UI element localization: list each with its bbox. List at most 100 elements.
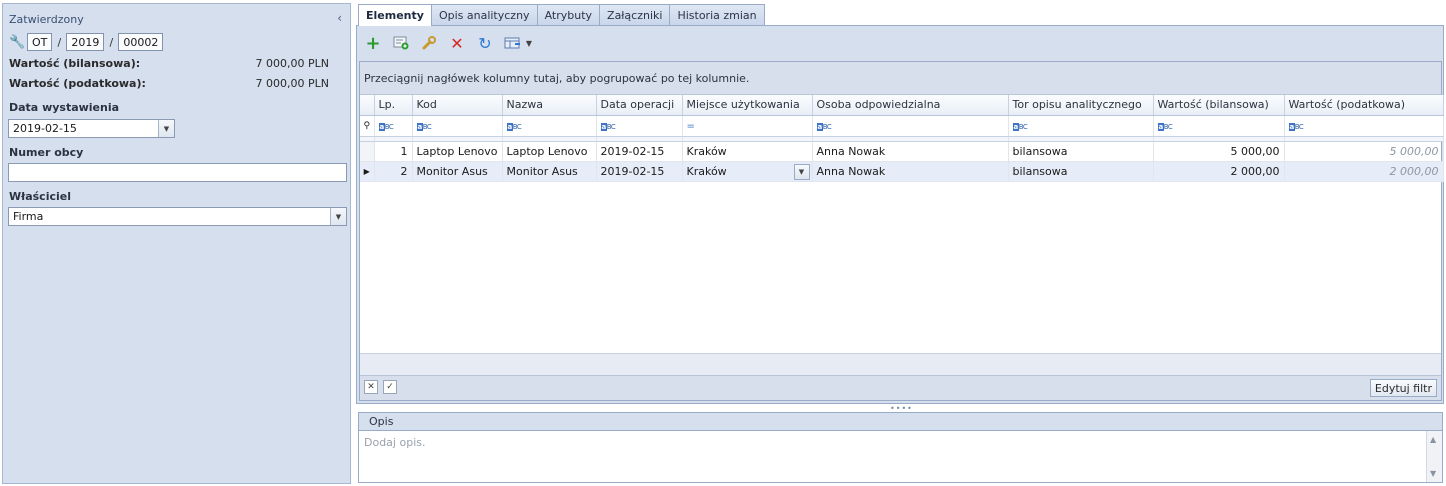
cell-tor[interactable]: bilansowa — [1008, 141, 1154, 162]
owner-select[interactable]: Firma ▼ — [8, 207, 347, 226]
group-by-hint[interactable]: Przeciągnij nagłówek kolumny tutaj, aby … — [360, 62, 1441, 95]
scroll-up-icon[interactable]: ▲ — [1430, 435, 1436, 444]
clear-filter-icon[interactable]: ✕ — [364, 380, 378, 394]
cell-osoba[interactable]: Anna Nowak — [812, 141, 1009, 162]
number-year-field[interactable]: 2019 — [66, 33, 105, 51]
tab-historia-zmian[interactable]: Historia zmian — [669, 4, 765, 25]
value-tax-amount: 7 000,00 PLN — [255, 77, 329, 90]
column-header-kod[interactable]: Kod — [412, 95, 503, 116]
column-header-data-operacji[interactable]: Data operacji — [596, 95, 683, 116]
summary-footer — [360, 353, 1441, 375]
number-prefix-field[interactable]: OT — [27, 33, 53, 51]
cell-data[interactable]: 2019-02-15 — [596, 161, 683, 182]
document-header-panel: Zatwierdzony ‹ 🔧 OT / 2019 / 00002 Warto… — [2, 3, 351, 484]
filter-cell[interactable]: aBC — [1153, 115, 1285, 137]
cell-wartosc-bilansowa[interactable]: 2 000,00 — [1153, 161, 1285, 182]
column-header-wartosc-podatkowa[interactable]: Wartość (podatkowa) — [1284, 95, 1444, 116]
text-filter-icon: aBC — [378, 123, 394, 131]
column-header-lp[interactable]: Lp. — [374, 95, 413, 116]
cell-osoba[interactable]: Anna Nowak — [812, 161, 1009, 182]
text-filter-icon: aBC — [1157, 123, 1173, 131]
wrench-icon[interactable]: 🔧 — [9, 35, 27, 50]
cell-kod[interactable]: Monitor Asus — [412, 161, 503, 182]
filter-cell[interactable]: = — [682, 115, 813, 137]
opis-header: Opis — [358, 412, 1443, 430]
chevron-down-icon[interactable]: ▼ — [793, 163, 810, 180]
issue-date-field[interactable]: 2019-02-15 ▼ — [8, 119, 175, 138]
owner-label: Właściciel — [9, 190, 71, 203]
value-balance-label: Wartość (bilansowa): — [9, 57, 141, 70]
add-icon[interactable]: + — [363, 33, 383, 54]
chevron-down-icon[interactable]: ▼ — [330, 208, 346, 225]
separator: / — [57, 35, 62, 49]
filter-cell[interactable]: aBC — [374, 115, 413, 137]
tab-zalaczniki[interactable]: Załączniki — [599, 4, 671, 25]
tab-bar: Elementy Opis analityczny Atrybuty Załąc… — [358, 4, 765, 26]
issue-date-value: 2019-02-15 — [13, 122, 77, 135]
opis-textarea[interactable]: Dodaj opis. ▲ ▼ — [358, 430, 1443, 483]
owner-value: Firma — [13, 210, 44, 223]
chevron-down-icon[interactable]: ▼ — [158, 120, 174, 137]
equals-filter-icon: = — [686, 121, 695, 132]
value-tax-label: Wartość (podatkowa): — [9, 77, 146, 90]
edit-icon[interactable] — [419, 33, 439, 53]
filter-cell[interactable]: aBC — [596, 115, 683, 137]
row-indicator[interactable] — [360, 141, 375, 162]
elements-grid: Przeciągnij nagłówek kolumny tutaj, aby … — [359, 61, 1444, 401]
column-header-wartosc-bilansowa[interactable]: Wartość (bilansowa) — [1153, 95, 1285, 116]
chevron-left-icon[interactable]: ‹ — [337, 11, 342, 25]
refresh-icon[interactable]: ↻ — [475, 33, 495, 53]
current-row-icon[interactable]: ▶ — [360, 161, 375, 182]
foreign-number-input[interactable] — [8, 163, 347, 182]
filter-cell[interactable]: aBC — [412, 115, 503, 137]
table-row[interactable]: 1 Laptop Lenovo Laptop Lenovo 2019-02-15… — [360, 141, 1444, 162]
cell-wartosc-bilansowa[interactable]: 5 000,00 — [1153, 141, 1285, 162]
cell-wartosc-podatkowa[interactable]: 5 000,00 — [1284, 141, 1444, 162]
filter-panel: ✕ ✓ Edytuj filtr — [360, 375, 1441, 400]
cell-lp[interactable]: 1 — [374, 141, 413, 162]
filter-cell[interactable]: aBC — [1008, 115, 1154, 137]
filter-row-icon: ⚲ — [360, 115, 375, 137]
filter-cell[interactable]: aBC — [1284, 115, 1444, 137]
value-balance-amount: 7 000,00 PLN — [255, 57, 329, 70]
cell-wartosc-podatkowa[interactable]: 2 000,00 — [1284, 161, 1444, 182]
issue-date-label: Data wystawienia — [9, 101, 120, 114]
scroll-down-icon[interactable]: ▼ — [1430, 469, 1436, 478]
foreign-number-label: Numer obcy — [9, 146, 84, 159]
cell-data[interactable]: 2019-02-15 — [596, 141, 683, 162]
filter-cell[interactable]: aBC — [502, 115, 597, 137]
status-label: Zatwierdzony — [9, 13, 84, 26]
elements-tab-content: + ✕ ↻ ▼ Przeciągnij nagłówek kolumny tut… — [356, 25, 1444, 404]
filter-enabled-checkbox[interactable]: ✓ — [383, 380, 397, 394]
document-number-row: 🔧 OT / 2019 / 00002 — [9, 32, 164, 52]
cell-kod[interactable]: Laptop Lenovo — [412, 141, 503, 162]
tab-elementy[interactable]: Elementy — [358, 4, 432, 26]
cell-nazwa[interactable]: Monitor Asus — [502, 161, 597, 182]
opis-scrollbar[interactable]: ▲ ▼ — [1426, 431, 1442, 482]
column-header-tor[interactable]: Tor opisu analitycznego — [1008, 95, 1154, 116]
cell-miejsce[interactable]: Kraków — [682, 141, 813, 162]
table-row[interactable]: ▶ 2 Monitor Asus Monitor Asus 2019-02-15… — [360, 161, 1444, 182]
text-filter-icon: aBC — [816, 123, 832, 131]
cell-lp[interactable]: 2 — [374, 161, 413, 182]
column-header-nazwa[interactable]: Nazwa — [502, 95, 597, 116]
tab-atrybuty[interactable]: Atrybuty — [536, 4, 601, 25]
filter-cell[interactable]: aBC — [812, 115, 1009, 137]
column-header-miejsce[interactable]: Miejsce użytkowania — [682, 95, 813, 116]
number-seq-field[interactable]: 00002 — [118, 33, 164, 51]
export-icon[interactable] — [503, 33, 523, 53]
cell-tor[interactable]: bilansowa — [1008, 161, 1154, 182]
toolbar: + ✕ ↻ ▼ — [363, 32, 533, 54]
opis-tab-label[interactable]: Opis — [359, 415, 393, 428]
cell-nazwa[interactable]: Laptop Lenovo — [502, 141, 597, 162]
tab-opis-analityczny[interactable]: Opis analityczny — [430, 4, 538, 25]
delete-icon[interactable]: ✕ — [447, 33, 467, 53]
text-filter-icon: aBC — [1012, 123, 1028, 131]
opis-placeholder: Dodaj opis. — [364, 436, 426, 449]
edit-filter-button[interactable]: Edytuj filtr — [1369, 379, 1437, 397]
column-header-osoba[interactable]: Osoba odpowiedzialna — [812, 95, 1009, 116]
add-from-list-icon[interactable] — [391, 33, 411, 53]
text-filter-icon: aBC — [600, 123, 616, 131]
dropdown-arrow-icon[interactable]: ▼ — [525, 33, 533, 53]
cell-miejsce-editor[interactable]: Kraków ▼ — [682, 161, 813, 182]
